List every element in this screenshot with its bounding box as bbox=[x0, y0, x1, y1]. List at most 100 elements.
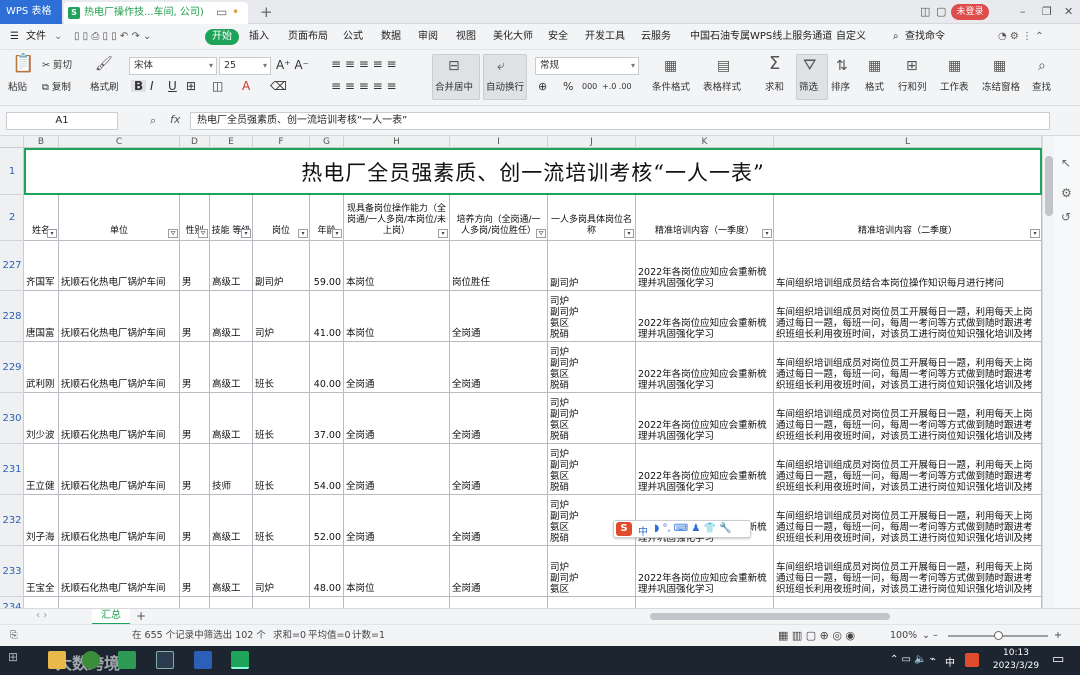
cell-ability[interactable]: 本岗位 bbox=[344, 241, 450, 291]
cell-multi[interactable]: 司炉 副司炉 氨区 bbox=[548, 546, 636, 597]
header-q1[interactable]: 精准培训内容（一季度） ▾ bbox=[636, 195, 774, 241]
row-header[interactable]: 231 bbox=[0, 444, 24, 495]
cell-gender[interactable] bbox=[180, 597, 210, 608]
cell-unit[interactable]: 抚顺石化热电厂锅炉车间 bbox=[59, 495, 180, 546]
cell-multi[interactable]: 司炉 副司炉 氨区 脱硝 bbox=[548, 342, 636, 393]
menu-security[interactable]: 安全 bbox=[548, 29, 568, 45]
row-header[interactable]: 1 bbox=[0, 148, 24, 195]
filter-dropdown-icon[interactable]: ▾ bbox=[298, 229, 308, 238]
tray-icons[interactable]: ⌃ ▭ 🔈 ⌁ bbox=[890, 654, 936, 665]
cut-button[interactable]: ✂ 剪切 bbox=[42, 60, 72, 72]
menu-developer[interactable]: 开发工具 bbox=[585, 29, 625, 45]
number-format-select[interactable]: 常规 ▾ bbox=[535, 57, 639, 75]
history-icon[interactable]: ↺ bbox=[1061, 210, 1071, 224]
search-icon[interactable]: ⌕ bbox=[893, 29, 899, 45]
cell-multi[interactable]: 司炉 副司炉 氨区 脱硝 bbox=[548, 291, 636, 342]
cell-gender[interactable]: 男 bbox=[180, 546, 210, 597]
cell-age[interactable]: 40.00 bbox=[310, 342, 344, 393]
cell-unit[interactable]: 抚顺石化热电厂锅炉车间 bbox=[59, 546, 180, 597]
menu-custom[interactable]: 自定义 bbox=[836, 29, 866, 45]
browser-icon[interactable] bbox=[82, 651, 100, 669]
sheet-tab-summary[interactable]: 汇总 bbox=[92, 609, 130, 625]
sheet-nav-icons[interactable]: ‹ › bbox=[36, 610, 47, 621]
zoom-search-icon[interactable]: ⌕ bbox=[150, 114, 156, 128]
cell-q2[interactable]: 车间组织培训组成员对岗位员工开展每日一题，利用每天上岗通过每日一题，每班一问，每… bbox=[774, 597, 1042, 608]
cell-skill[interactable]: 技师 bbox=[210, 444, 253, 495]
ime-lang[interactable]: 中 bbox=[638, 523, 648, 538]
copy-button[interactable]: ⧉ 复制 bbox=[42, 82, 71, 94]
cell-ability[interactable]: 全岗通 bbox=[344, 342, 450, 393]
cell-ability[interactable] bbox=[344, 597, 450, 608]
cell-skill[interactable]: 高级工 bbox=[210, 546, 253, 597]
formula-input[interactable]: 热电厂全员强素质、创一流培训考核“一人一表” bbox=[190, 112, 1050, 130]
format-icon[interactable]: ▦ bbox=[868, 58, 881, 74]
cell-age[interactable]: 52.00 bbox=[310, 495, 344, 546]
view-mode-icons[interactable]: ▦ ▥ ▢ ⊕ ◎ ◉ bbox=[778, 630, 855, 642]
cell-q1[interactable]: 2022年各岗位应知应会重新梳理并巩固强化学习 bbox=[636, 444, 774, 495]
column-header[interactable]: H bbox=[344, 136, 450, 148]
currency-icon[interactable]: ⊕ bbox=[538, 81, 547, 93]
worksheet-icon[interactable]: ▦ bbox=[948, 58, 961, 74]
row-header[interactable]: 227 bbox=[0, 241, 24, 291]
cell-name[interactable]: 王立健 bbox=[24, 444, 59, 495]
menu-formula[interactable]: 公式 bbox=[343, 29, 363, 45]
sync-icons[interactable]: ◔ ⚙ ⋮ ⌃ bbox=[998, 29, 1044, 45]
cell-direction[interactable] bbox=[450, 597, 548, 608]
menu-review[interactable]: 审阅 bbox=[418, 29, 438, 45]
select-all-corner[interactable] bbox=[0, 136, 24, 148]
cell-skill[interactable]: 高级工 bbox=[210, 342, 253, 393]
menu-cloud[interactable]: 云服务 bbox=[641, 29, 671, 45]
close-icon[interactable]: ✕ bbox=[1064, 3, 1073, 21]
format-button[interactable]: 格式 bbox=[865, 82, 884, 94]
sogou-tray-icon[interactable] bbox=[965, 653, 979, 667]
cell-q2[interactable]: 车间组织培训组成员对岗位员工开展每日一题，利用每天上岗通过每日一题，每班一问，每… bbox=[774, 393, 1042, 444]
cell-gender[interactable]: 男 bbox=[180, 291, 210, 342]
filter-active-icon[interactable]: ⛛ bbox=[198, 229, 208, 238]
cell-q1[interactable]: 2022年各岗位应知应会重新梳理并巩固强化学习 bbox=[636, 291, 774, 342]
paste-button[interactable]: 粘贴 bbox=[8, 82, 27, 94]
cell-unit[interactable]: 抚顺石化热电厂锅炉车间 bbox=[59, 444, 180, 495]
cell-multi[interactable]: 副司炉 bbox=[548, 597, 636, 608]
row-header[interactable]: 229 bbox=[0, 342, 24, 393]
cell-name[interactable]: 刘子海 bbox=[24, 495, 59, 546]
menu-petrochina[interactable]: 中国石油专属WPS线上服务通道 bbox=[690, 29, 832, 45]
column-header[interactable]: L bbox=[774, 136, 1042, 148]
scroll-thumb[interactable] bbox=[1045, 156, 1053, 216]
status-icon[interactable]: ⎘ bbox=[10, 630, 18, 642]
search-command[interactable]: 查找命令 bbox=[905, 29, 945, 45]
cell-unit[interactable] bbox=[59, 597, 180, 608]
cell-name[interactable]: 齐国军 bbox=[24, 241, 59, 291]
header-q2[interactable]: 精准培训内容（二季度） ▾ bbox=[774, 195, 1042, 241]
sum-icon[interactable]: Σ bbox=[769, 55, 780, 73]
ime-indicator[interactable]: 中 bbox=[945, 654, 955, 669]
cell-multi[interactable]: 司炉 副司炉 氨区 脱硝 bbox=[548, 393, 636, 444]
header-name[interactable]: 姓名 ▾ bbox=[24, 195, 59, 241]
cell-q1[interactable]: 2022年各岗位应知应会重新梳理并巩固强化学习 bbox=[636, 393, 774, 444]
cell-q1[interactable]: 2022年各岗位应知应会重新梳 bbox=[636, 597, 774, 608]
cell-skill[interactable]: 高级工 bbox=[210, 393, 253, 444]
decimal-increase-button[interactable]: +.0 .00 bbox=[602, 81, 632, 93]
filter-dropdown-icon[interactable]: ▾ bbox=[1030, 229, 1040, 238]
cell-ability[interactable]: 本岗位 bbox=[344, 546, 450, 597]
cell-age[interactable]: 59.00 bbox=[310, 241, 344, 291]
cell-age[interactable]: 54.00 bbox=[310, 444, 344, 495]
sum-button[interactable]: 求和 bbox=[765, 82, 784, 94]
underline-button[interactable]: U bbox=[168, 80, 177, 92]
header-gender[interactable]: 性别 ⛛ bbox=[180, 195, 210, 241]
freeze-button[interactable]: 冻结窗格 bbox=[982, 82, 1020, 94]
sort-button[interactable]: 排序 bbox=[831, 82, 850, 94]
conditional-format-button[interactable]: 条件格式 bbox=[652, 82, 690, 94]
filter-dropdown-icon[interactable]: ▾ bbox=[241, 229, 251, 238]
cell-ability[interactable]: 全岗通 bbox=[344, 444, 450, 495]
vertical-scrollbar[interactable] bbox=[1042, 136, 1054, 608]
filter-dropdown-icon[interactable]: ▾ bbox=[438, 229, 448, 238]
cell-ability[interactable]: 全岗通 bbox=[344, 393, 450, 444]
header-post[interactable]: 岗位 ▾ bbox=[253, 195, 310, 241]
zoom-out-button[interactable]: ⌄ – bbox=[922, 630, 938, 642]
eraser-icon[interactable]: ⌫ bbox=[270, 80, 287, 92]
zoom-slider-knob[interactable] bbox=[994, 631, 1003, 640]
app-icon[interactable] bbox=[118, 651, 136, 669]
cell-ability[interactable]: 本岗位 bbox=[344, 291, 450, 342]
cell-q2[interactable]: 车间组织培训组成员对岗位员工开展每日一题，利用每天上岗通过每日一题，每班一问，每… bbox=[774, 546, 1042, 597]
column-header[interactable]: B bbox=[24, 136, 59, 148]
